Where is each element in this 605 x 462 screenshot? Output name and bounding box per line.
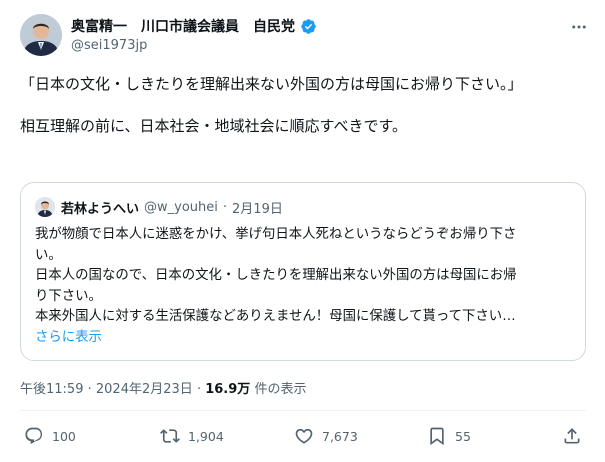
view-count-label: 件の表示 xyxy=(254,382,307,397)
post-meta-separator: · xyxy=(196,382,202,397)
post-meta-separator: · xyxy=(87,382,92,397)
post-paragraph: 「日本の文化・しきたりを理解出来ない外国の方は母国にお帰り下さい。」 xyxy=(20,75,523,93)
bookmark-icon xyxy=(430,427,444,446)
author-avatar[interactable] xyxy=(20,14,62,56)
author-handle[interactable]: @sei1973jp xyxy=(71,38,147,53)
quote-line: り下さい。 xyxy=(35,288,102,304)
share-button[interactable] xyxy=(562,426,582,446)
quote-text: 我が物顔で日本人に迷惑をかけ、挙げ句日本人死ねというならどうぞお帰り下さ い。 … xyxy=(35,225,575,348)
share-icon xyxy=(564,428,580,444)
bookmark-count: 55 xyxy=(455,428,471,444)
post-date[interactable]: 2024年2月23日 xyxy=(96,382,193,397)
author-display-name[interactable]: 奥富精一 川口市議会議員 自民党 xyxy=(71,16,295,36)
like-button[interactable]: 7,673 xyxy=(294,426,358,446)
reply-button[interactable]: 100 xyxy=(24,426,76,446)
more-icon[interactable] xyxy=(568,16,590,38)
quote-author-name: 若林ようへい xyxy=(61,201,140,217)
quote-meta-separator: · xyxy=(222,199,228,215)
like-count: 7,673 xyxy=(322,428,358,444)
quote-line: 本来外国人に対する生活保護などありえません！母国に保護して貰って下さい… xyxy=(35,309,516,324)
repost-icon xyxy=(160,429,180,443)
post-paragraph: 相互理解の前に、日本社会・地域社会に順応すべきです。 xyxy=(20,117,408,135)
like-icon xyxy=(295,428,313,444)
quote-line: 日本人の国なので、日本の文化・しきたりを理解出来ない外国の方は母国にお帰 xyxy=(35,268,517,283)
verified-badge-icon xyxy=(301,18,316,34)
show-more-link[interactable]: さらに表示 xyxy=(35,328,575,349)
reply-icon xyxy=(25,427,43,445)
post-text: 「日本の文化・しきたりを理解出来ない外国の方は母国にお帰り下さい。」 相互理解の… xyxy=(20,72,585,139)
post-time[interactable]: 午後11:59 xyxy=(20,382,83,397)
quote-line: 我が物顔で日本人に迷惑をかけ、挙げ句日本人死ねというならどうぞお帰り下さ xyxy=(35,227,517,242)
repost-count: 1,904 xyxy=(188,428,224,444)
reply-count: 100 xyxy=(52,428,76,444)
repost-button[interactable]: 1,904 xyxy=(160,426,224,446)
post-header: 奥富精一 川口市議会議員 自民党 @sei1973jp xyxy=(20,14,590,58)
bookmark-button[interactable]: 55 xyxy=(427,426,471,446)
view-count: 16.9万 xyxy=(205,382,251,397)
quoted-post[interactable]: 若林ようへい @w_youhei · 2月19日 我が物顔で日本人に迷惑をかけ、… xyxy=(20,182,586,361)
quote-author-handle: @w_youhei xyxy=(144,199,218,215)
quote-author-avatar xyxy=(35,197,55,217)
quote-line: い。 xyxy=(35,247,62,263)
quote-date: 2月19日 xyxy=(232,201,283,217)
post-metadata: 午後11:59 · 2024年2月23日 · 16.9万 件の表示 xyxy=(20,378,306,397)
divider xyxy=(20,410,586,411)
action-bar: 100 1,904 7,673 55 xyxy=(20,426,590,454)
